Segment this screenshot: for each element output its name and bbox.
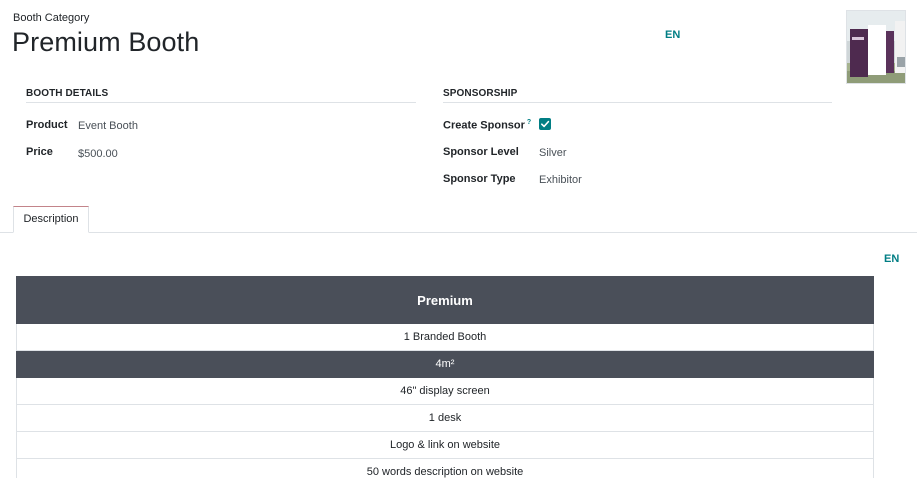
table-header-cell: Premium — [16, 276, 874, 324]
page-title[interactable]: Premium Booth — [12, 27, 199, 58]
booth-details-title: BOOTH DETAILS — [26, 88, 416, 103]
tab-description[interactable]: Description — [13, 206, 89, 233]
table-cell: Logo & link on website — [16, 431, 874, 459]
help-tooltip-icon[interactable]: ? — [527, 119, 531, 126]
table-cell: 4m² — [16, 350, 874, 378]
table-cell: 50 words description on website — [16, 458, 874, 478]
table-cell: 46" display screen — [16, 377, 874, 405]
create-sponsor-label: Create Sponsor? — [443, 119, 531, 132]
description-language-button[interactable]: EN — [884, 253, 899, 265]
product-field[interactable]: Event Booth — [78, 120, 138, 132]
price-field[interactable]: $500.00 — [78, 148, 118, 160]
table-cell: 1 desk — [16, 404, 874, 432]
sponsor-level-label: Sponsor Level — [443, 146, 519, 158]
sponsor-level-field[interactable]: Silver — [539, 147, 567, 159]
table-cell: 1 Branded Booth — [16, 323, 874, 351]
checkmark-icon — [541, 120, 550, 128]
sponsor-type-field[interactable]: Exhibitor — [539, 174, 582, 186]
booth-image[interactable] — [846, 10, 906, 84]
table-row: 1 Branded Booth — [16, 323, 874, 351]
table-row: 46" display screen — [16, 377, 874, 405]
description-table[interactable]: Premium 1 Branded Booth 4m² 46" display … — [16, 276, 874, 478]
table-row: 1 desk — [16, 404, 874, 432]
table-row: 50 words description on website — [16, 458, 874, 478]
table-row: Logo & link on website — [16, 431, 874, 459]
create-sponsor-label-text: Create Sponsor — [443, 119, 525, 132]
product-label: Product — [26, 119, 68, 131]
sponsorship-title: SPONSORSHIP — [443, 88, 832, 103]
booth-details-group: BOOTH DETAILS — [26, 88, 416, 103]
model-label: Booth Category — [13, 12, 90, 24]
tab-bar-divider — [0, 232, 917, 233]
sponsorship-group: SPONSORSHIP — [443, 88, 832, 103]
price-label: Price — [26, 146, 53, 158]
create-sponsor-checkbox[interactable] — [539, 118, 551, 130]
sponsor-type-label: Sponsor Type — [443, 173, 516, 185]
table-row: 4m² — [16, 350, 874, 378]
booth-photo-icon — [847, 11, 905, 83]
language-button[interactable]: EN — [665, 29, 680, 41]
